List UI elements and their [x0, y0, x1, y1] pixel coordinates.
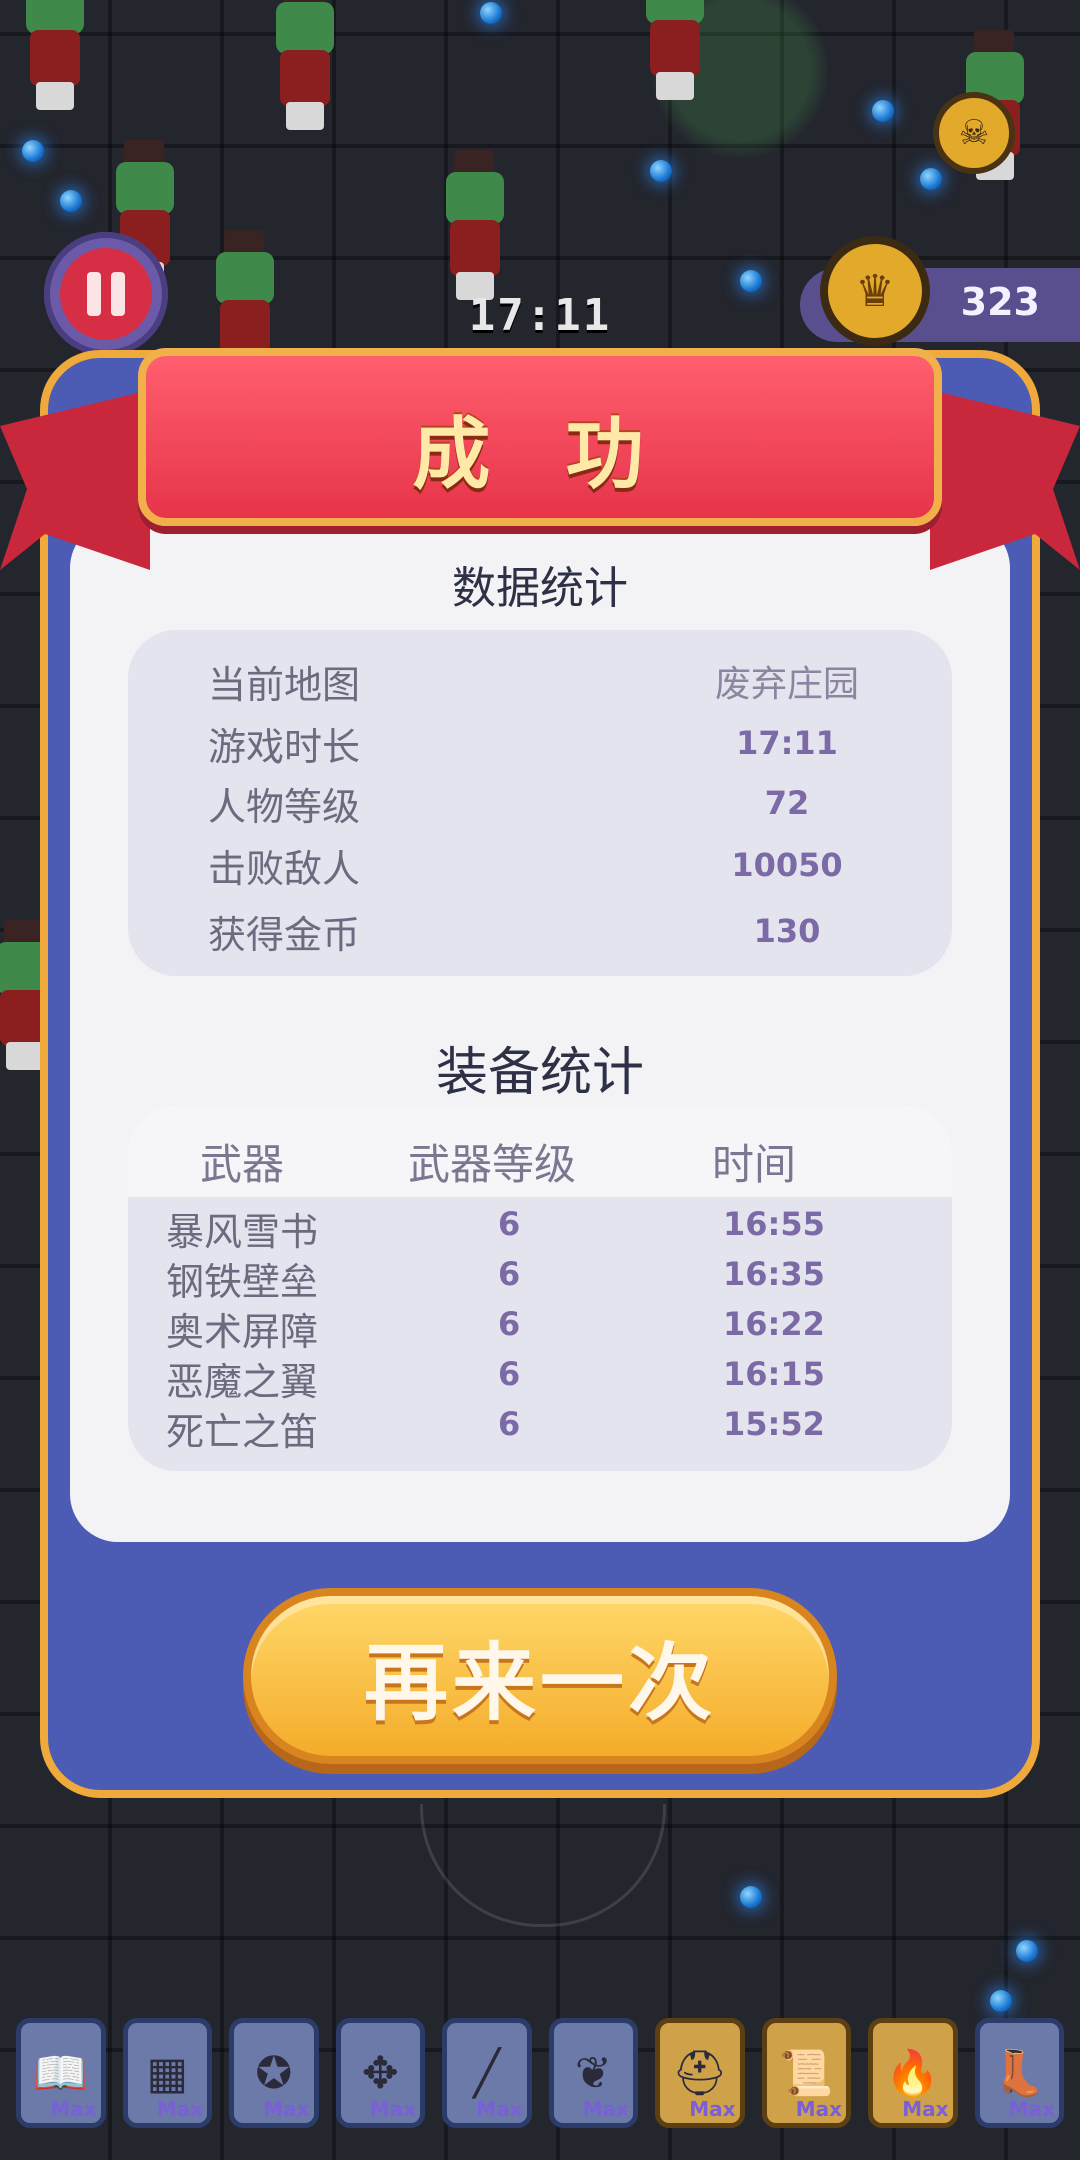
equipment-row: 奥术屏障 6 16:22 — [128, 1301, 952, 1354]
weapon-time: 15:52 — [723, 1405, 825, 1443]
game-timer: 17:11 — [468, 290, 612, 341]
weapon-name: 奥术屏障 — [166, 1310, 319, 1354]
max-label: Max — [156, 2097, 203, 2121]
weapon-name: 暴风雪书 — [166, 1210, 319, 1254]
retry-button[interactable]: 再来一次 — [243, 1588, 837, 1764]
weapon-name: 死亡之笛 — [166, 1410, 319, 1454]
equipment-row: 钢铁壁垒 6 16:35 — [128, 1251, 952, 1304]
weapon-time: 16:15 — [723, 1355, 825, 1393]
stat-row: 击败敌人 10050 — [208, 840, 882, 891]
xp-orb — [740, 1886, 762, 1908]
weapon-level: 6 — [498, 1255, 521, 1293]
max-label: Max — [50, 2097, 97, 2121]
zombie-enemy — [270, 0, 340, 130]
amulet-icon: ✪ — [255, 2047, 293, 2099]
max-label: Max — [582, 2097, 629, 2121]
max-label: Max — [689, 2097, 736, 2121]
skull-icon: ☠ — [933, 92, 1015, 174]
inventory-slot[interactable]: ╱ Max — [442, 2018, 532, 2128]
inventory-slot[interactable]: ✪ Max — [229, 2018, 319, 2128]
inventory-slot[interactable]: ▦ Max — [122, 2018, 212, 2128]
weapon-level: 6 — [498, 1205, 521, 1243]
stat-label: 获得金币 — [208, 912, 361, 957]
equipment-row: 死亡之笛 6 15:52 — [128, 1401, 952, 1454]
xp-orb — [740, 270, 762, 292]
stat-value: 72 — [764, 784, 810, 822]
xp-orb — [1016, 1940, 1038, 1962]
header-weapon: 武器 — [200, 1140, 285, 1189]
header-level: 武器等级 — [408, 1140, 577, 1189]
coin-value: 323 — [960, 280, 1040, 324]
max-label: Max — [902, 2097, 949, 2121]
stat-value: 130 — [753, 912, 821, 950]
weapon-name: 钢铁壁垒 — [166, 1260, 319, 1304]
inventory-bar: 📖 Max ▦ Max ✪ Max ✥ Max ╱ Max ❦ Max ⛑ Max 📜 Max … — [16, 2018, 1064, 2132]
header-time: 时间 — [712, 1140, 797, 1189]
stat-row: 游戏时长 17:11 — [208, 718, 882, 769]
xp-orb — [872, 100, 894, 122]
max-label: Max — [263, 2097, 310, 2121]
inventory-slot[interactable]: 🔥 Max — [868, 2018, 958, 2128]
weapon-time: 16:55 — [723, 1205, 825, 1243]
crown-icon: ♛ — [820, 236, 930, 346]
xp-orb — [480, 2, 502, 24]
max-label: Max — [369, 2097, 416, 2121]
stone-tablet-icon: ▦ — [146, 2047, 189, 2099]
stat-value: 10050 — [731, 846, 843, 884]
torch-icon: 🔥 — [885, 2048, 941, 2099]
weapon-time: 16:22 — [723, 1305, 825, 1343]
xp-orb — [60, 190, 82, 212]
title-ribbon: 成 功 — [138, 348, 942, 526]
xp-orb — [920, 168, 942, 190]
pause-button[interactable] — [44, 232, 168, 356]
zombie-enemy — [20, 0, 90, 110]
pause-icon — [60, 248, 152, 340]
equipment-table: 武器 武器等级 时间 暴风雪书 6 16:55 钢铁壁垒 6 16:35 奥术屏… — [128, 1105, 952, 1471]
weapon-time: 16:35 — [723, 1255, 825, 1293]
inventory-slot[interactable]: 📖 Max — [16, 2018, 106, 2128]
equipment-row: 暴风雪书 6 16:55 — [128, 1201, 952, 1254]
dialog-title: 成 功 — [412, 410, 668, 500]
inventory-slot[interactable]: 👢 Max — [974, 2018, 1064, 2128]
stats-table: 当前地图 废弃庄园 游戏时长 17:11 人物等级 72 击败敌人 10050 … — [128, 630, 952, 976]
xp-orb — [990, 1990, 1012, 2012]
stat-value: 17:11 — [736, 724, 838, 762]
stat-label: 人物等级 — [208, 784, 361, 829]
retry-label: 再来一次 — [363, 1633, 716, 1732]
inventory-slot[interactable]: ❦ Max — [548, 2018, 638, 2128]
zombie-enemy — [440, 150, 510, 300]
helmet-icon: ⛑ — [671, 2048, 728, 2099]
weapon-name: 恶魔之翼 — [166, 1360, 319, 1404]
scroll-icon: 📜 — [778, 2048, 834, 2099]
weapon-level: 6 — [498, 1355, 521, 1393]
boot-icon: 👢 — [991, 2048, 1047, 2099]
max-label: Max — [1008, 2097, 1055, 2121]
demon-wings-icon: ✥ — [361, 2047, 399, 2099]
inventory-slot[interactable]: 📜 Max — [761, 2018, 851, 2128]
weapon-level: 6 — [498, 1405, 521, 1443]
weapon-level: 6 — [498, 1305, 521, 1343]
equipment-header: 武器 武器等级 时间 — [128, 1105, 952, 1197]
max-label: Max — [476, 2097, 523, 2121]
max-label: Max — [795, 2097, 842, 2121]
equipment-title: 装备统计 — [435, 1043, 644, 1103]
xp-orb — [650, 160, 672, 182]
stat-label: 击败敌人 — [208, 846, 361, 891]
inventory-slot[interactable]: ✥ Max — [335, 2018, 425, 2128]
equipment-row: 恶魔之翼 6 16:15 — [128, 1351, 952, 1404]
flute-icon: ╱ — [473, 2047, 501, 2099]
xp-orb — [22, 140, 44, 162]
stat-label: 游戏时长 — [208, 724, 361, 769]
stat-row: 人物等级 72 — [208, 778, 882, 829]
book-icon: 📖 — [33, 2048, 89, 2099]
stat-row: 当前地图 废弃庄园 — [208, 656, 882, 707]
stats-title: 数据统计 — [452, 563, 628, 614]
stat-label: 当前地图 — [208, 662, 361, 707]
stat-value: 废弃庄园 — [714, 664, 859, 705]
stat-row: 获得金币 130 — [208, 906, 882, 957]
zombie-enemy — [640, 0, 710, 100]
inventory-slot[interactable]: ⛑ Max — [655, 2018, 745, 2128]
wings-icon: ❦ — [574, 2047, 612, 2099]
